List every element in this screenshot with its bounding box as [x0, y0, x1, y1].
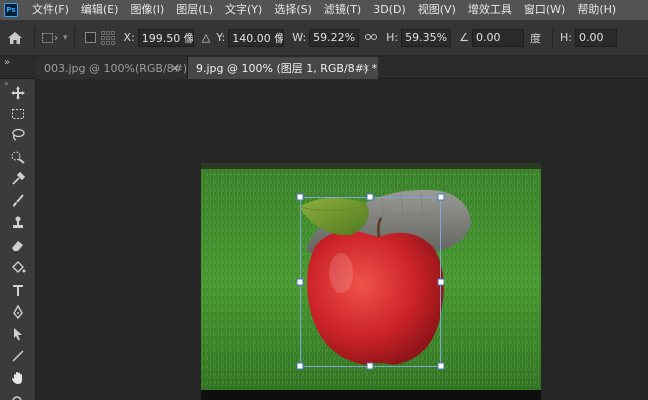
- document-tab-bar: » 003.jpg @ 100%(RGB/8#) × 9.jpg @ 100% …: [0, 57, 648, 79]
- menu-file[interactable]: 文件(F): [26, 0, 75, 20]
- tab-9-jpg[interactable]: 9.jpg @ 100% (图层 1, RGB/8#) * ×: [188, 57, 378, 79]
- line-tool-icon[interactable]: [6, 346, 30, 366]
- menu-view[interactable]: 视图(V): [412, 0, 462, 20]
- close-icon[interactable]: ×: [171, 63, 179, 74]
- separator: [73, 26, 75, 49]
- options-bar: ▾ X: 199.50 像素 △ Y: 140.00 像素 W: 59.22% …: [0, 20, 648, 56]
- menu-layer[interactable]: 图层(L): [170, 0, 219, 20]
- eraser-tool-icon[interactable]: [6, 235, 30, 255]
- w-label: W:: [292, 31, 307, 44]
- hand-tool-icon[interactable]: [6, 368, 30, 388]
- y-position-field[interactable]: 140.00 像素: [228, 28, 285, 47]
- menu-bar: Ps 文件(F) 编辑(E) 图像(I) 图层(L) 文字(Y) 选择(S) 滤…: [0, 0, 648, 20]
- angle-unit-label: 度: [530, 31, 542, 45]
- height-field[interactable]: 59.35%: [401, 28, 452, 47]
- home-button[interactable]: [0, 20, 30, 56]
- tab-title: 003.jpg @ 100%(RGB/8#): [44, 61, 188, 75]
- transform-reference-icon[interactable]: [39, 27, 61, 49]
- h-skew-label: H:: [560, 31, 573, 44]
- home-icon: [8, 31, 22, 44]
- type-tool-icon[interactable]: [6, 280, 30, 300]
- close-icon[interactable]: ×: [362, 63, 370, 74]
- pen-tool-icon[interactable]: [6, 302, 30, 322]
- x-position-field[interactable]: 199.50 像素: [137, 28, 194, 47]
- link-icon[interactable]: [365, 31, 378, 44]
- collapse-panel-icon[interactable]: »: [4, 57, 26, 79]
- rotate-angle-field[interactable]: 0.00: [472, 28, 525, 47]
- document-canvas[interactable]: [201, 163, 541, 400]
- move-tool-icon[interactable]: [6, 83, 30, 103]
- brush-tool-icon[interactable]: [6, 191, 30, 211]
- chevron-down-icon[interactable]: ▾: [63, 33, 68, 43]
- reference-point-checkbox[interactable]: [84, 32, 96, 43]
- separator: [552, 26, 554, 49]
- lasso-tool-icon[interactable]: [6, 125, 30, 145]
- menu-type[interactable]: 文字(Y): [219, 0, 268, 20]
- quick-select-tool-icon[interactable]: [6, 147, 30, 167]
- delta-icon[interactable]: △: [202, 31, 210, 44]
- width-field[interactable]: 59.22%: [309, 28, 360, 47]
- x-label: X:: [123, 31, 135, 44]
- h-label: H:: [386, 31, 399, 44]
- marquee-tool-icon[interactable]: [6, 104, 30, 124]
- menu-window[interactable]: 窗口(W): [518, 0, 571, 20]
- tools-panel: »: [0, 79, 36, 400]
- menu-help[interactable]: 帮助(H): [571, 0, 622, 20]
- paint-bucket-tool-icon[interactable]: [6, 257, 30, 277]
- path-selection-tool-icon[interactable]: [6, 324, 30, 344]
- canvas-image: [201, 163, 541, 400]
- menu-3d[interactable]: 3D(D): [367, 0, 412, 20]
- menu-image[interactable]: 图像(I): [124, 0, 170, 20]
- zoom-tool-icon[interactable]: [6, 389, 30, 400]
- reference-point-grid-icon[interactable]: [100, 30, 115, 45]
- stamp-tool-icon[interactable]: [6, 213, 30, 233]
- separator: [34, 26, 35, 49]
- menu-filter[interactable]: 滤镜(T): [318, 0, 367, 20]
- h-skew-field[interactable]: 0.00: [575, 28, 618, 47]
- y-label: Y:: [216, 31, 226, 44]
- tab-title: 9.jpg @ 100% (图层 1, RGB/8#) *: [196, 62, 378, 75]
- rotate-angle-icon: ∠: [459, 31, 470, 44]
- photoshop-logo-icon[interactable]: Ps: [4, 3, 18, 17]
- eyedropper-tool-icon[interactable]: [6, 169, 30, 189]
- tab-003-jpg[interactable]: 003.jpg @ 100%(RGB/8#) ×: [36, 57, 188, 79]
- menu-edit[interactable]: 编辑(E): [75, 0, 125, 20]
- menu-select[interactable]: 选择(S): [268, 0, 318, 20]
- menu-plugins[interactable]: 增效工具: [462, 0, 518, 20]
